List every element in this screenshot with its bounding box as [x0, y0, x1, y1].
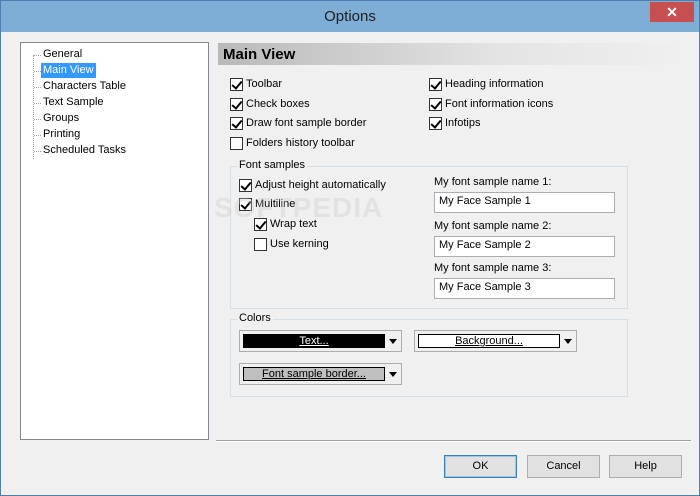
- checkbox-box: [429, 98, 442, 111]
- tree-connector: [34, 151, 41, 152]
- ok-button[interactable]: OK: [444, 455, 517, 478]
- check-boxes-checkbox[interactable]: Check boxes: [230, 96, 310, 112]
- checkbox-label: Toolbar: [246, 78, 283, 90]
- cancel-button[interactable]: Cancel: [527, 455, 600, 478]
- checkbox-label: Use kerning: [270, 238, 329, 250]
- close-button[interactable]: ✕: [650, 2, 694, 22]
- checkbox-box: [230, 137, 243, 150]
- sample-name-2-label: My font sample name 2:: [434, 220, 552, 232]
- adjust-height-checkbox[interactable]: Adjust height automatically: [239, 177, 386, 193]
- tree-connector: [34, 87, 41, 88]
- checkbox-box: [239, 179, 252, 192]
- sample-name-3-input[interactable]: My Face Sample 3: [434, 278, 615, 299]
- sample-name-2-input[interactable]: My Face Sample 2: [434, 236, 615, 257]
- checkbox-label: Font information icons: [445, 98, 554, 110]
- toolbar-checkbox[interactable]: Toolbar: [230, 76, 282, 92]
- background-color-swatch: Background...: [418, 334, 560, 348]
- checkbox-box: [230, 98, 243, 111]
- chevron-down-icon: [389, 372, 397, 377]
- sample-name-1-input[interactable]: My Face Sample 1: [434, 192, 615, 213]
- heading-info-checkbox[interactable]: Heading information: [429, 76, 543, 92]
- tree-connector: [34, 135, 41, 136]
- tree-connector: [34, 71, 41, 72]
- border-color-swatch: Font sample border...: [243, 367, 385, 381]
- close-icon: ✕: [666, 4, 678, 20]
- draw-border-checkbox[interactable]: Draw font sample border: [230, 115, 366, 131]
- group-label: Colors: [237, 312, 273, 324]
- checkbox-label: Folders history toolbar: [246, 137, 355, 149]
- tree-item-main-view[interactable]: Main View: [41, 63, 96, 78]
- border-color-picker[interactable]: Font sample border...: [239, 363, 402, 385]
- section-header: Main View: [218, 43, 689, 65]
- checkbox-label: Heading information: [445, 78, 544, 90]
- dialog-client: General Main View Characters Table Text …: [9, 32, 691, 489]
- tree-item-general[interactable]: General: [41, 47, 84, 62]
- tree-item-text-sample[interactable]: Text Sample: [41, 95, 106, 110]
- window-title: Options: [324, 8, 376, 25]
- watermark: SOFTPEDIA: [214, 192, 384, 223]
- checkbox-label: Adjust height automatically: [255, 179, 386, 191]
- checkbox-box: [429, 117, 442, 130]
- tree-connector: [34, 103, 41, 104]
- chevron-down-icon: [389, 339, 397, 344]
- tree-connector: [34, 55, 41, 56]
- options-window: Options ✕ General Main View Characters T…: [0, 0, 700, 496]
- sample-name-1-label: My font sample name 1:: [434, 176, 552, 188]
- title-bar: Options ✕: [1, 1, 699, 32]
- checkbox-box: [230, 78, 243, 91]
- use-kerning-checkbox[interactable]: Use kerning: [254, 236, 329, 252]
- text-color-swatch: Text...: [243, 334, 385, 348]
- group-label: Font samples: [237, 159, 308, 171]
- tree-item-groups[interactable]: Groups: [41, 111, 81, 126]
- chevron-down-icon: [564, 339, 572, 344]
- help-button[interactable]: Help: [609, 455, 682, 478]
- checkbox-label: Check boxes: [246, 98, 310, 110]
- text-color-picker[interactable]: Text...: [239, 330, 402, 352]
- checkbox-label: Draw font sample border: [246, 117, 367, 129]
- folders-history-checkbox[interactable]: Folders history toolbar: [230, 135, 355, 151]
- font-info-icons-checkbox[interactable]: Font information icons: [429, 96, 553, 112]
- section-title: Main View: [223, 46, 296, 63]
- checkbox-box: [254, 238, 267, 251]
- background-color-picker[interactable]: Background...: [414, 330, 577, 352]
- checkbox-label: Infotips: [445, 117, 481, 129]
- checkbox-box: [230, 117, 243, 130]
- tree-connector: [34, 119, 41, 120]
- tree-item-printing[interactable]: Printing: [41, 127, 82, 142]
- tree-item-scheduled-tasks[interactable]: Scheduled Tasks: [41, 143, 128, 158]
- tree-item-characters-table[interactable]: Characters Table: [41, 79, 128, 94]
- infotips-checkbox[interactable]: Infotips: [429, 115, 480, 131]
- sample-name-3-label: My font sample name 3:: [434, 262, 552, 274]
- options-tree[interactable]: General Main View Characters Table Text …: [20, 42, 209, 440]
- separator: [216, 440, 691, 442]
- checkbox-box: [429, 78, 442, 91]
